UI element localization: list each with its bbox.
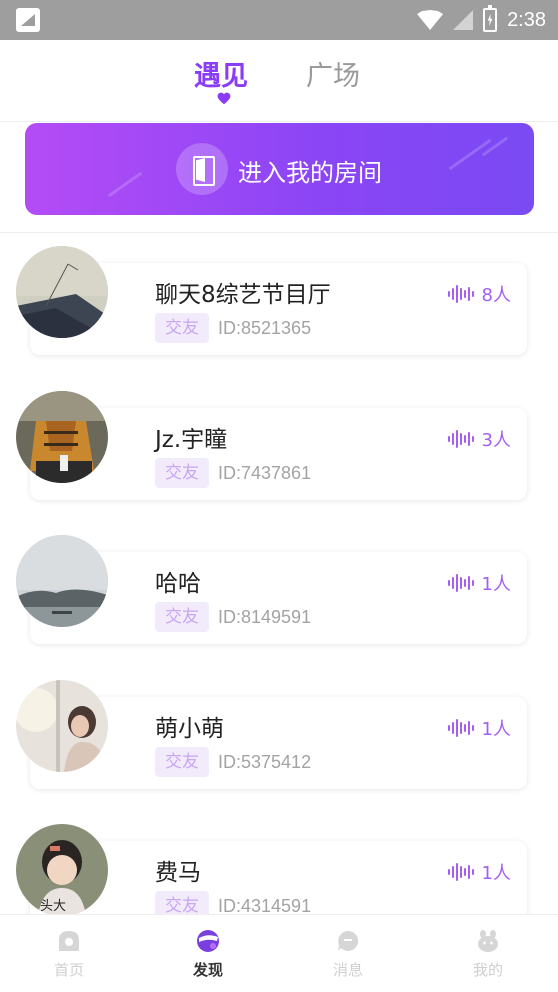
room-id: ID:7437861 (218, 463, 312, 483)
room-avatar (16, 246, 108, 338)
nav-label: 发现 (192, 961, 223, 979)
room-name: Jz.宇瞳 (155, 427, 228, 453)
notification-app-icon (16, 8, 40, 32)
room-tag: 交友 (155, 747, 209, 777)
nav-item-discover[interactable]: 发现 (168, 915, 248, 992)
heart-icon (217, 92, 231, 105)
profile-icon (478, 930, 498, 952)
room-tag: 交友 (155, 313, 209, 343)
signal-icon (453, 10, 474, 30)
online-count: 3人 (447, 426, 511, 452)
door-icon (176, 143, 228, 195)
room-avatar (16, 391, 108, 483)
nav-label: 首页 (53, 961, 84, 979)
nav-label: 消息 (332, 961, 363, 979)
nav-item-home[interactable]: 首页 (29, 915, 109, 992)
enter-my-room-label: 进入我的房间 (238, 159, 382, 187)
room-avatar: 头大 (16, 824, 108, 914)
online-count-label: 1人 (481, 719, 511, 740)
sound-wave-icon (447, 285, 474, 303)
top-tab-bar: 遇见 广场 (0, 40, 558, 122)
room-name: 哈哈 (155, 571, 201, 597)
room-card[interactable]: Jz.宇瞳 交友 ID:7437861 3人 (16, 391, 527, 500)
room-card[interactable]: 萌小萌 交友 ID:5375412 1人 (16, 680, 527, 789)
online-count: 1人 (447, 570, 511, 596)
wifi-icon (417, 10, 444, 30)
room-tag: 交友 (155, 602, 209, 632)
enter-my-room-button[interactable]: 进入我的房间 (25, 123, 534, 215)
room-tag: 交友 (155, 891, 209, 914)
room-list: 聊天8综艺节目厅 交友 ID:8521365 8人 Jz.宇瞳 交友 ID:74… (0, 233, 558, 914)
status-time: 2:38 (507, 8, 546, 31)
status-bar: 2:38 (0, 0, 558, 40)
online-count: 1人 (447, 715, 511, 741)
bottom-nav: 首页 发现 消息 我的 (0, 914, 558, 992)
room-id: ID:8149591 (218, 607, 312, 627)
home-icon (59, 931, 79, 951)
room-id: ID:8521365 (218, 318, 312, 338)
room-card[interactable]: 哈哈 交友 ID:8149591 1人 (16, 535, 527, 644)
sound-wave-icon (447, 863, 474, 881)
room-name: 费马 (155, 860, 201, 886)
sound-wave-icon (447, 719, 474, 737)
online-count-label: 1人 (481, 863, 511, 884)
banner-decoration (481, 136, 509, 157)
nav-item-messages[interactable]: 消息 (308, 915, 388, 992)
tab-meet[interactable]: 遇见 (194, 54, 248, 93)
online-count: 1人 (447, 859, 511, 885)
message-icon (338, 930, 359, 951)
room-avatar (16, 535, 108, 627)
avatar-caption: 头大 (40, 899, 66, 914)
room-tag: 交友 (155, 458, 209, 488)
room-name: 萌小萌 (155, 716, 224, 742)
sound-wave-icon (447, 430, 474, 448)
nav-item-profile[interactable]: 我的 (448, 915, 528, 992)
battery-charging-icon (483, 5, 498, 32)
online-count-label: 3人 (481, 430, 511, 451)
tab-plaza[interactable]: 广场 (306, 54, 360, 93)
nav-label: 我的 (472, 961, 503, 979)
room-id: ID:4314591 (218, 896, 312, 914)
online-count-label: 1人 (481, 574, 511, 595)
room-card[interactable]: 头大 费马 交友 ID:4314591 1人 (16, 824, 527, 914)
room-card[interactable]: 聊天8综艺节目厅 交友 ID:8521365 8人 (16, 246, 527, 355)
sound-wave-icon (447, 574, 474, 592)
banner-decoration (107, 171, 143, 198)
room-name: 聊天8综艺节目厅 (155, 282, 331, 308)
discover-icon (197, 930, 219, 952)
room-id: ID:5375412 (218, 752, 312, 772)
status-indicators: 2:38 (417, 5, 546, 34)
online-count: 8人 (447, 281, 511, 307)
room-avatar (16, 680, 108, 772)
online-count-label: 8人 (481, 285, 511, 306)
